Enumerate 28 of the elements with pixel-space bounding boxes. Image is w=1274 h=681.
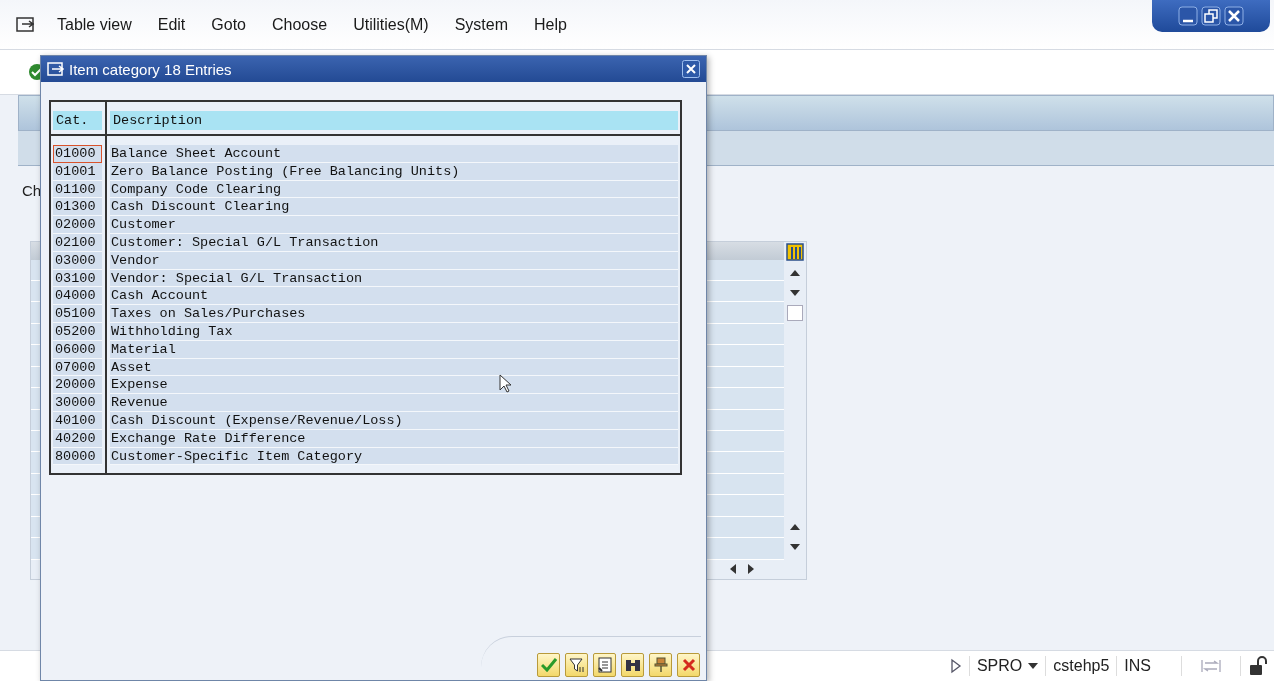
category-cell[interactable]: 02000 (53, 216, 102, 234)
description-cell[interactable]: Expense (110, 376, 678, 395)
description-cell[interactable]: Balance Sheet Account (110, 145, 678, 163)
description-cell[interactable]: Cash Discount Clearing (110, 198, 678, 217)
transaction-code[interactable]: SPRO (976, 657, 1023, 675)
description-cell[interactable]: Customer (110, 216, 678, 234)
category-cell[interactable]: 20000 (53, 376, 102, 395)
dialog-title: Item category 18 Entries (69, 60, 233, 78)
category-cell[interactable]: 30000 (53, 394, 102, 412)
category-cell[interactable]: 04000 (53, 287, 102, 306)
server-name: cstehp5 (1053, 657, 1110, 675)
description-cell[interactable]: Revenue (110, 394, 678, 412)
input-mode[interactable]: INS (1124, 657, 1151, 675)
background-label: Ch (22, 182, 42, 199)
menu-item[interactable]: Choose (258, 15, 341, 34)
description-cell[interactable]: Cash Account (110, 287, 678, 306)
column-header[interactable]: Description (110, 111, 678, 130)
category-cell[interactable]: 01300 (53, 198, 102, 217)
menu-item[interactable]: Utilities(M) (340, 15, 442, 34)
column-header[interactable]: Cat. (53, 111, 102, 130)
category-cell[interactable]: 05100 (53, 305, 102, 323)
menu-item[interactable]: Table view (44, 15, 145, 34)
menu-item[interactable]: Edit (144, 15, 199, 34)
menu-item[interactable]: System (441, 15, 521, 34)
menu-item[interactable]: Goto (198, 15, 259, 34)
category-cell[interactable]: 01000 (53, 145, 102, 163)
description-cell[interactable]: Taxes on Sales/Purchases (110, 305, 678, 323)
menu-item[interactable]: Help (521, 15, 580, 34)
